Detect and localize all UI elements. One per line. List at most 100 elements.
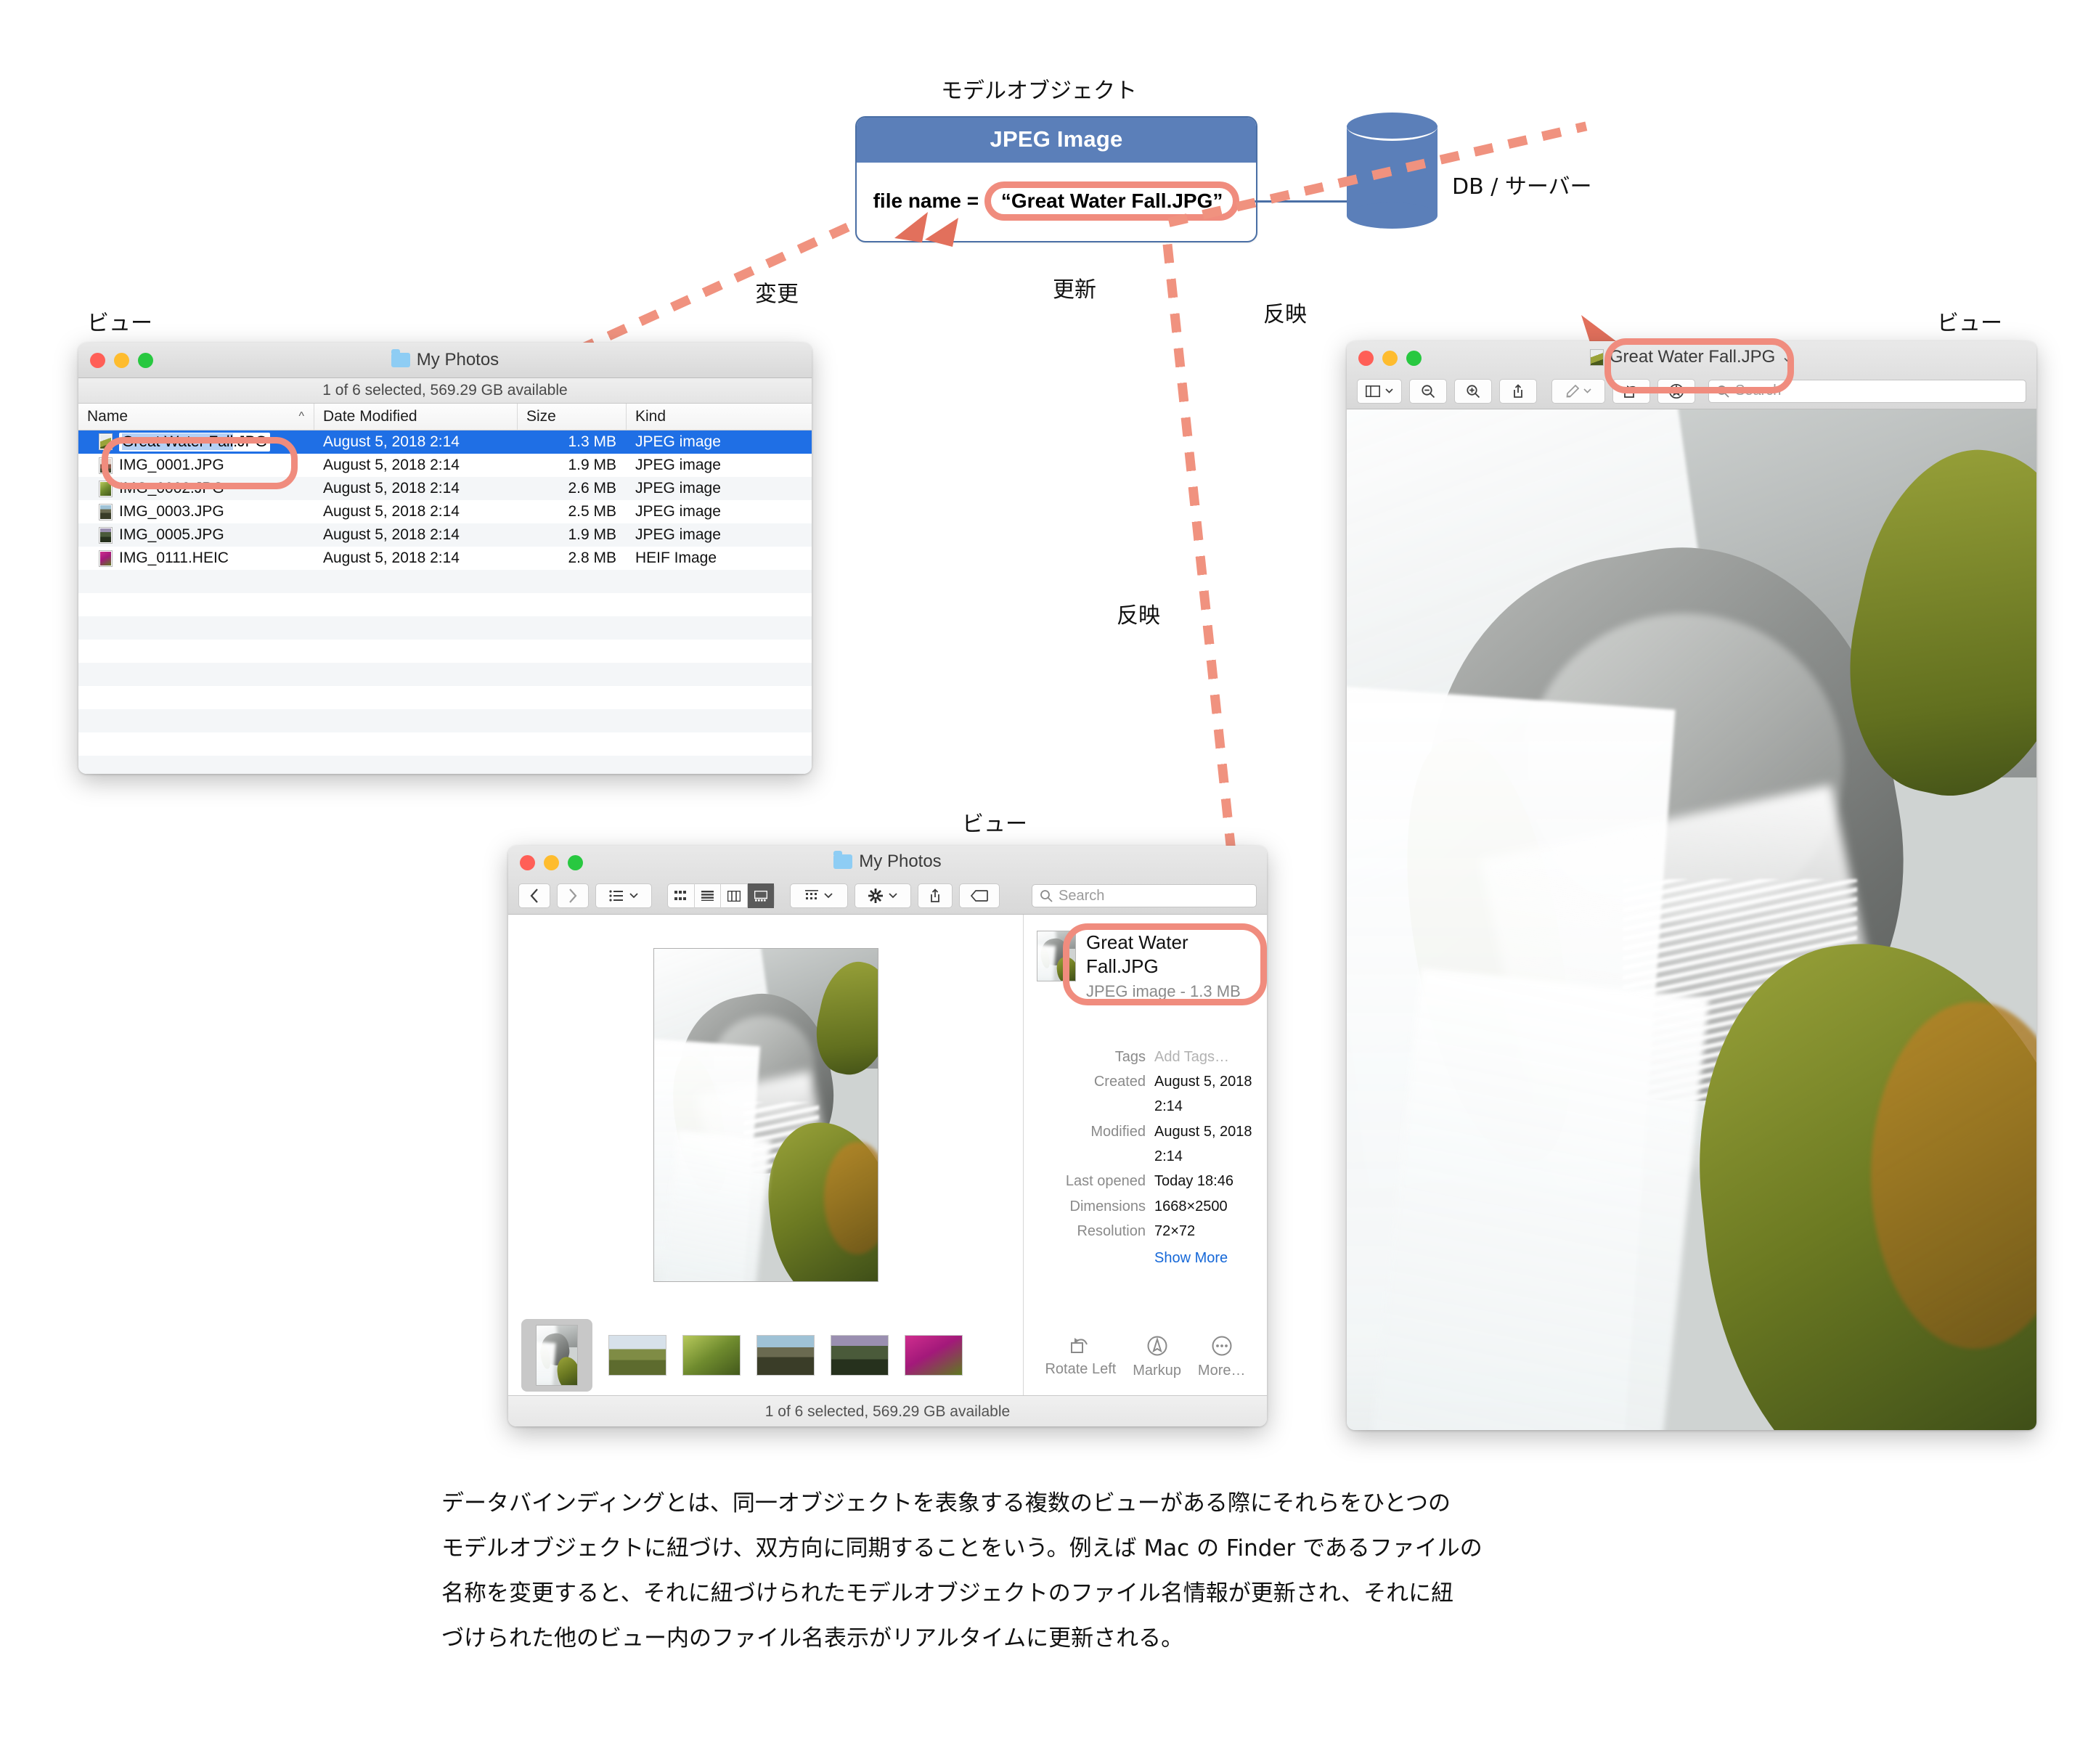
gallery-window-title-row: My Photos xyxy=(508,846,1267,878)
table-row[interactable]: IMG_0005.JPG August 5, 2018 2:14 1.9 MB … xyxy=(78,523,812,547)
group-by-icon xyxy=(609,890,623,902)
metadata-label: Last opened xyxy=(1065,1173,1146,1190)
gallery-thumbnail-strip[interactable] xyxy=(508,1315,1023,1395)
column-header-name[interactable]: Name ^ xyxy=(78,404,314,430)
close-button[interactable] xyxy=(520,855,535,870)
share-icon xyxy=(931,889,939,902)
cell-date: August 5, 2018 2:14 xyxy=(323,433,460,450)
arrange-button[interactable] xyxy=(790,883,848,908)
column-label-kind: Kind xyxy=(635,408,666,425)
preview-title-file-icon xyxy=(1589,348,1604,366)
thumbnail-item[interactable] xyxy=(757,1335,815,1376)
thumbnail-item[interactable] xyxy=(831,1335,889,1376)
column-header-date[interactable]: Date Modified xyxy=(314,404,518,430)
view-mode-segmented[interactable] xyxy=(667,883,775,908)
arrow-label-reflect: 反映 xyxy=(1263,302,1307,327)
cell-date: August 5, 2018 2:14 xyxy=(323,480,460,497)
icon-view-icon xyxy=(674,891,687,900)
minimize-button[interactable] xyxy=(114,353,129,368)
arrow-label-update: 更新 xyxy=(1053,277,1096,303)
list-view-button[interactable] xyxy=(695,883,721,908)
zoom-button[interactable] xyxy=(138,353,153,368)
window-controls[interactable] xyxy=(520,855,583,870)
file-thumbnail-icon xyxy=(99,526,113,544)
forward-button[interactable] xyxy=(557,883,589,908)
more-button[interactable]: More… xyxy=(1198,1335,1246,1379)
preview-title-highlight-oval xyxy=(1604,338,1794,393)
cell-kind: JPEG image xyxy=(635,526,721,543)
markup-pen-button[interactable] xyxy=(1551,378,1605,404)
folder-icon xyxy=(833,851,853,869)
metadata-value: Today 18:46 xyxy=(1154,1173,1233,1190)
cell-size: 1.9 MB xyxy=(568,457,616,473)
thumbnail-item[interactable] xyxy=(905,1335,963,1376)
zoom-out-icon xyxy=(1422,384,1435,398)
info-metadata-list: Tags Add Tags… Created August 5, 2018 2:… xyxy=(1037,1045,1254,1271)
table-row[interactable]: IMG_0003.JPG August 5, 2018 2:14 2.5 MB … xyxy=(78,500,812,523)
preview-image-canvas xyxy=(1347,409,2036,1430)
share-button[interactable] xyxy=(1499,378,1537,404)
thumbnail-item[interactable] xyxy=(608,1335,666,1376)
cell-kind: HEIF Image xyxy=(635,550,717,566)
window-controls[interactable] xyxy=(1358,351,1422,366)
arrow-update-dashed xyxy=(1162,243,1241,895)
thumbnail-item[interactable] xyxy=(682,1335,741,1376)
cell-kind: JPEG image xyxy=(635,480,721,497)
rotate-left-button[interactable]: Rotate Left xyxy=(1045,1335,1116,1379)
folder-icon xyxy=(391,349,410,367)
tag-button[interactable] xyxy=(959,883,1000,908)
back-icon xyxy=(530,889,538,903)
back-button[interactable] xyxy=(518,883,550,908)
info-action-buttons[interactable]: Rotate Left Markup More… xyxy=(1037,1335,1254,1379)
zoom-in-icon xyxy=(1467,384,1480,398)
share-button[interactable] xyxy=(918,883,953,908)
column-header-size[interactable]: Size xyxy=(518,404,627,430)
action-gear-button[interactable] xyxy=(855,883,911,908)
minimize-button[interactable] xyxy=(544,855,559,870)
more-icon xyxy=(1212,1336,1232,1356)
file-thumbnail-icon xyxy=(99,503,113,520)
caption-line: 名称を変更すると、それに紐づけられたモデルオブジェクトのファイル名情報が更新され… xyxy=(441,1580,1454,1606)
preview-window[interactable]: Great Water Fall.JPG ⌄ Search xyxy=(1347,341,2036,1430)
caption-block: データバインディングとは、同一オブジェクトを表象する複数のビューがある際にそれら… xyxy=(441,1481,1719,1661)
cell-date: August 5, 2018 2:14 xyxy=(323,526,460,543)
close-button[interactable] xyxy=(1358,351,1374,366)
metadata-value: 1668×2500 xyxy=(1154,1198,1228,1214)
icon-view-button[interactable] xyxy=(668,883,695,908)
cell-kind: JPEG image xyxy=(635,457,721,473)
action-gear-icon xyxy=(868,889,883,903)
model-object-header: JPEG Image xyxy=(857,118,1256,163)
column-view-button[interactable] xyxy=(721,883,748,908)
minimize-button[interactable] xyxy=(1382,351,1398,366)
zoom-button[interactable] xyxy=(568,855,583,870)
cell-size: 1.3 MB xyxy=(568,433,616,450)
metadata-value[interactable]: Add Tags… xyxy=(1154,1045,1229,1069)
finder-list-window[interactable]: My Photos 1 of 6 selected, 569.29 GB ava… xyxy=(78,343,812,774)
zoom-in-button[interactable] xyxy=(1454,378,1492,404)
zoom-out-button[interactable] xyxy=(1409,378,1447,404)
action-label: Rotate Left xyxy=(1045,1361,1117,1377)
gallery-toolbar[interactable]: Search xyxy=(508,878,1267,914)
gallery-view-button[interactable] xyxy=(747,883,774,908)
view-label-left: ビュー xyxy=(87,311,152,336)
sidebar-toggle-button[interactable] xyxy=(1357,378,1402,404)
column-view-icon xyxy=(727,890,741,902)
metadata-label: Resolution xyxy=(1077,1223,1146,1240)
group-by-button[interactable] xyxy=(595,883,652,908)
cell-date: August 5, 2018 2:14 xyxy=(323,457,460,473)
metadata-row: Modified August 5, 2018 2:14 xyxy=(1037,1119,1254,1169)
markup-button[interactable]: Markup xyxy=(1133,1335,1181,1379)
gallery-main-image xyxy=(653,948,878,1282)
search-input[interactable]: Search xyxy=(1032,884,1257,907)
show-more-link[interactable]: Show More xyxy=(1154,1246,1254,1270)
caption-line: モデルオブジェクトに紐づけ、双方向に同期することをいう。例えば Mac の Fi… xyxy=(441,1535,1483,1561)
window-controls[interactable] xyxy=(90,353,153,368)
zoom-button[interactable] xyxy=(1406,351,1422,366)
close-button[interactable] xyxy=(90,353,105,368)
sort-caret-icon: ^ xyxy=(298,410,304,422)
table-row[interactable]: IMG_0111.HEIC August 5, 2018 2:14 2.8 MB… xyxy=(78,547,812,570)
list-column-headers[interactable]: Name ^ Date Modified Size Kind xyxy=(78,404,812,430)
thumbnail-item-selected[interactable] xyxy=(521,1319,592,1392)
metadata-row: Dimensions 1668×2500 xyxy=(1037,1194,1254,1219)
column-header-kind[interactable]: Kind xyxy=(627,404,812,430)
